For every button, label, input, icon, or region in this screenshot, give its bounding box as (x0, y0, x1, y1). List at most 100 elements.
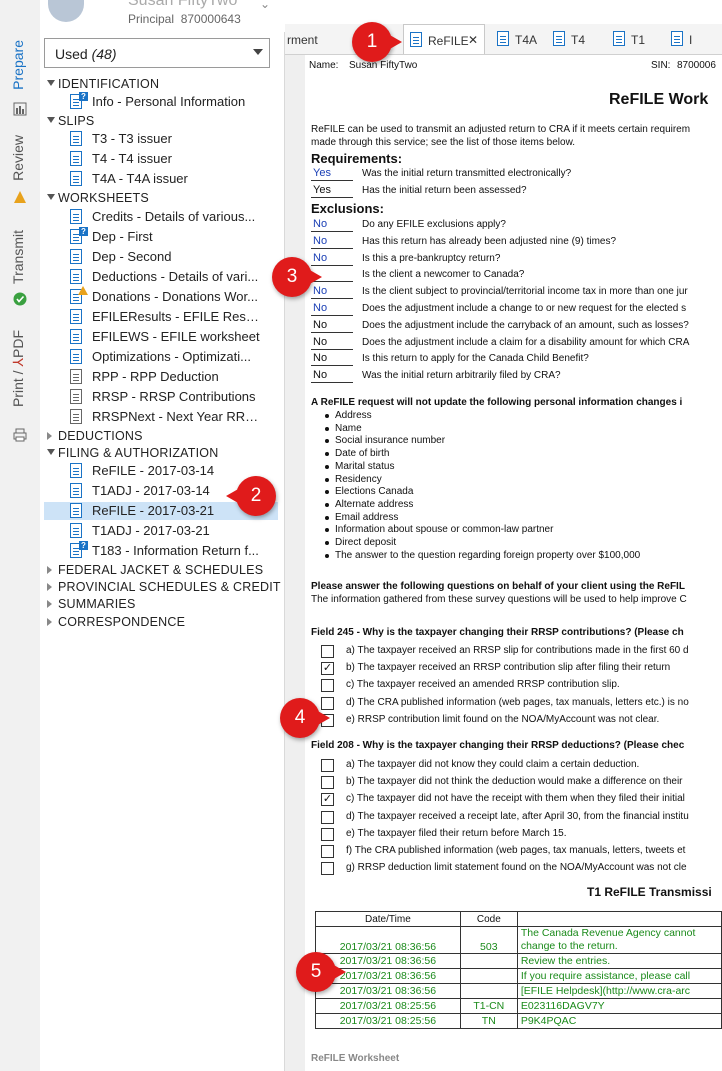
info-badge-icon: ? (79, 226, 88, 236)
tree-item[interactable]: ? Dep - First (44, 226, 278, 246)
tree-item[interactable]: EFILEResults - EFILE Results (44, 308, 278, 326)
chevron-down-icon[interactable]: ⌄ (260, 0, 270, 11)
log-datetime: 2017/03/21 08:36:56 (315, 983, 461, 999)
answer-field[interactable]: No (311, 218, 353, 232)
tree-category[interactable]: SUMMARIES (44, 596, 284, 614)
expand-right-icon[interactable] (47, 600, 52, 609)
checkbox[interactable] (321, 845, 334, 858)
tab-rment[interactable]: rment (285, 24, 325, 54)
expand-right-icon[interactable] (47, 583, 52, 592)
doc-icon (70, 171, 82, 187)
tree-category-label: SLIPS (58, 114, 95, 129)
name-label: Name: (309, 60, 339, 71)
doc-icon (70, 463, 82, 478)
checkbox[interactable] (321, 862, 334, 876)
question-text: Do any EFILE exclusions apply? (362, 219, 506, 230)
tree-item[interactable]: Credits - Details of various... (44, 208, 278, 226)
checkbox-label: d) The taxpayer received a receipt late,… (346, 810, 689, 822)
bullet-icon (325, 515, 329, 520)
doc-icon (70, 503, 82, 518)
tree-item[interactable]: EFILEWS - EFILE worksheet (44, 328, 278, 346)
expand-right-icon[interactable] (47, 566, 52, 574)
log-message: Review the entries. (516, 953, 722, 969)
tree-item[interactable]: T3 - T3 issuer (44, 130, 278, 148)
tab-i[interactable]: I (665, 24, 715, 54)
tree-category[interactable]: CORRESPONDENCE (44, 614, 284, 632)
checkbox[interactable]: ✓ (321, 662, 334, 676)
tree-category[interactable]: WORKSHEETS (44, 190, 284, 208)
checkbox[interactable] (321, 759, 334, 772)
checkbox[interactable] (321, 827, 334, 841)
tree-item[interactable]: Optimizations - Optimizati... (44, 348, 278, 366)
checkbox[interactable]: ✓ (321, 793, 334, 807)
checkbox[interactable] (321, 776, 334, 790)
printer-icon[interactable] (13, 428, 27, 442)
checkbox[interactable] (321, 645, 334, 658)
close-tab-icon[interactable]: ✕ (468, 33, 478, 47)
checkbox[interactable] (321, 679, 334, 693)
answer-field[interactable]: No (311, 285, 353, 300)
expand-down-icon[interactable] (47, 117, 55, 124)
expand-down-icon[interactable] (47, 194, 55, 201)
dropdown-arrow-icon[interactable] (253, 49, 263, 55)
answer-field[interactable]: Yes (311, 167, 353, 181)
expand-right-icon[interactable] (47, 431, 52, 440)
client-header[interactable]: ‹ Susan FiftyTwo Principal 870000643 ⌄ (40, 0, 284, 32)
answer-field[interactable]: No (311, 369, 353, 384)
answer-field[interactable]: No (311, 252, 353, 266)
tree-category[interactable]: FEDERAL JACKET & SCHEDULES (44, 562, 284, 580)
exclusions-heading: Exclusions: (311, 201, 384, 216)
tree-item[interactable]: ? Info - Personal Information (44, 92, 278, 111)
tab-t4[interactable]: T4 (547, 24, 597, 54)
answer-field[interactable]: No (311, 302, 353, 316)
tree-category[interactable]: DEDUCTIONS (44, 428, 284, 446)
tree-item[interactable]: ? T183 - Information Return f... (44, 541, 278, 560)
document-icon (671, 31, 683, 46)
tree-item[interactable]: Donations - Donations Wor... (44, 285, 278, 306)
tree-category[interactable]: FILING & AUTHORIZATION (44, 445, 284, 463)
expand-down-icon[interactable] (47, 448, 55, 455)
tab-refile[interactable]: ReFILE ✕ (403, 24, 485, 54)
checkbox-label: a) The taxpayer did not know they could … (346, 759, 640, 770)
tree-item[interactable]: T1ADJ - 2017-03-21 (44, 522, 278, 540)
tree-item[interactable]: RRSP - RRSP Contributions (44, 388, 278, 406)
sin-label: SIN: (651, 60, 671, 71)
tree-item[interactable]: ReFILE - 2017-03-14 (44, 462, 278, 480)
tree-item[interactable]: RRSPNext - Next Year RRSP... (44, 408, 278, 426)
tree-item[interactable]: T4A - T4A issuer (44, 170, 278, 188)
checkbox[interactable] (321, 696, 334, 710)
answer-field[interactable]: No (311, 235, 353, 249)
tab-print-pdf[interactable]: Print / ⅄PDF (10, 330, 26, 407)
log-datetime: 2017/03/21 08:25:56 (315, 1013, 461, 1029)
tab-review[interactable]: Review (10, 135, 26, 181)
answer-field[interactable]: No (311, 352, 353, 367)
answer-field[interactable]: No (311, 336, 353, 350)
checkbox[interactable] (321, 810, 334, 824)
answer-field[interactable]: No (311, 319, 353, 333)
chart-icon[interactable] (13, 102, 27, 116)
expand-down-icon[interactable] (47, 80, 55, 86)
bullet-icon (325, 439, 329, 444)
answer-field[interactable]: Yes (311, 184, 353, 198)
tab-t4a[interactable]: T4A (491, 24, 541, 54)
tree-item[interactable]: RPP - RPP Deduction (44, 368, 278, 386)
tree-item-label: Dep - Second (92, 248, 172, 264)
tree-item[interactable]: Deductions - Details of vari... (44, 268, 278, 286)
checkbox-label: b) The taxpayer received an RRSP contrib… (346, 662, 671, 674)
tab-label: T4A (515, 33, 538, 47)
bullet-text: Date of birth (335, 448, 390, 460)
expand-right-icon[interactable] (47, 617, 52, 626)
question-text: Is this return to apply for the Canada C… (362, 353, 589, 365)
tree-category[interactable]: SLIPS (44, 113, 284, 131)
tree-item[interactable]: T4 - T4 issuer (44, 150, 278, 168)
tab-prepare[interactable]: Prepare (10, 40, 26, 90)
tab-transmit[interactable]: Transmit (10, 230, 26, 284)
tree-item[interactable]: Dep - Second (44, 248, 278, 266)
tree-category[interactable]: PROVINCIAL SCHEDULES & CREDIT (44, 579, 284, 597)
checkbox-label: a) The taxpayer received an RRSP slip fo… (346, 645, 689, 656)
filter-dropdown[interactable]: Used (48) (44, 38, 270, 68)
question-text: Does the adjustment include the carrybac… (362, 319, 689, 331)
form-tree-panel: Used (48) IDENTIFICATION? Info - Personal… (40, 32, 285, 1071)
log-message: [EFILE Helpdesk](http://www.cra-arc (516, 983, 722, 999)
tab-t1[interactable]: T1 (607, 24, 657, 54)
